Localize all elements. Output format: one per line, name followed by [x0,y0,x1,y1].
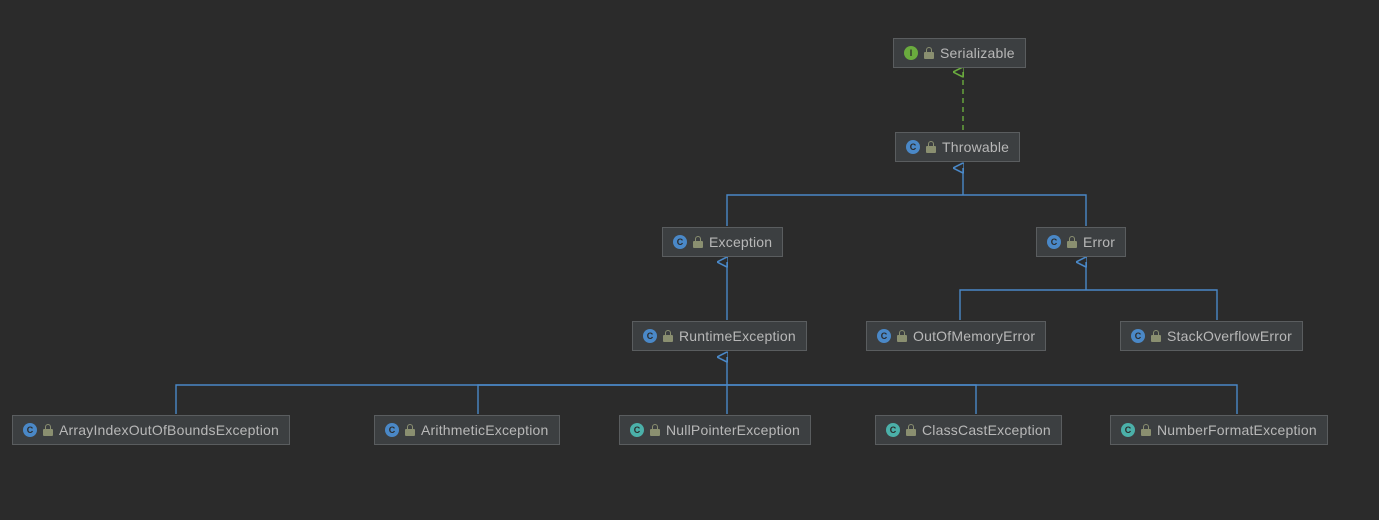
class-icon: C [643,329,657,343]
lock-icon [1067,236,1077,248]
node-label: Exception [709,234,772,250]
node-label: Error [1083,234,1115,250]
node-label: RuntimeException [679,328,796,344]
lock-icon [1151,330,1161,342]
node-label: ArrayIndexOutOfBoundsException [59,422,279,438]
class-icon: C [1131,329,1145,343]
node-throwable[interactable]: C Throwable [895,132,1020,162]
lock-icon [897,330,907,342]
lock-icon [650,424,660,436]
edge-oom-error [960,290,1086,320]
node-numberformat[interactable]: C NumberFormatException [1110,415,1328,445]
lock-icon [924,47,934,59]
node-stackoverflowerror[interactable]: C StackOverflowError [1120,321,1303,351]
node-label: Throwable [942,139,1009,155]
node-error[interactable]: C Error [1036,227,1126,257]
edge-error-throwable [963,195,1086,226]
edge-arithmetic-runtime [478,385,727,414]
class-icon: C [877,329,891,343]
edge-numberformat-runtime [727,385,1237,414]
node-label: ArithmeticException [421,422,549,438]
node-label: NumberFormatException [1157,422,1317,438]
node-classcast[interactable]: C ClassCastException [875,415,1062,445]
class-icon: C [886,423,900,437]
class-icon: C [1047,235,1061,249]
node-serializable[interactable]: I Serializable [893,38,1026,68]
node-label: OutOfMemoryError [913,328,1035,344]
edge-arrayindex-runtime [176,385,727,414]
diagram-canvas[interactable]: I Serializable C Throwable C Exception C… [0,0,1379,520]
lock-icon [1141,424,1151,436]
edge-exception-throwable [727,195,963,226]
node-outofmemoryerror[interactable]: C OutOfMemoryError [866,321,1046,351]
node-runtimeexception[interactable]: C RuntimeException [632,321,807,351]
edge-soe-error [1086,290,1217,320]
edge-classcast-runtime [727,385,976,414]
node-nullpointer[interactable]: C NullPointerException [619,415,811,445]
lock-icon [663,330,673,342]
node-arithmetic[interactable]: C ArithmeticException [374,415,560,445]
node-label: NullPointerException [666,422,800,438]
interface-icon: I [904,46,918,60]
lock-icon [405,424,415,436]
lock-icon [693,236,703,248]
lock-icon [43,424,53,436]
node-exception[interactable]: C Exception [662,227,783,257]
class-icon: C [1121,423,1135,437]
node-arrayindex[interactable]: C ArrayIndexOutOfBoundsException [12,415,290,445]
node-label: ClassCastException [922,422,1051,438]
lock-icon [906,424,916,436]
class-icon: C [673,235,687,249]
class-icon: C [23,423,37,437]
class-icon: C [906,140,920,154]
node-label: StackOverflowError [1167,328,1292,344]
lock-icon [926,141,936,153]
class-icon: C [385,423,399,437]
node-label: Serializable [940,45,1015,61]
class-icon: C [630,423,644,437]
